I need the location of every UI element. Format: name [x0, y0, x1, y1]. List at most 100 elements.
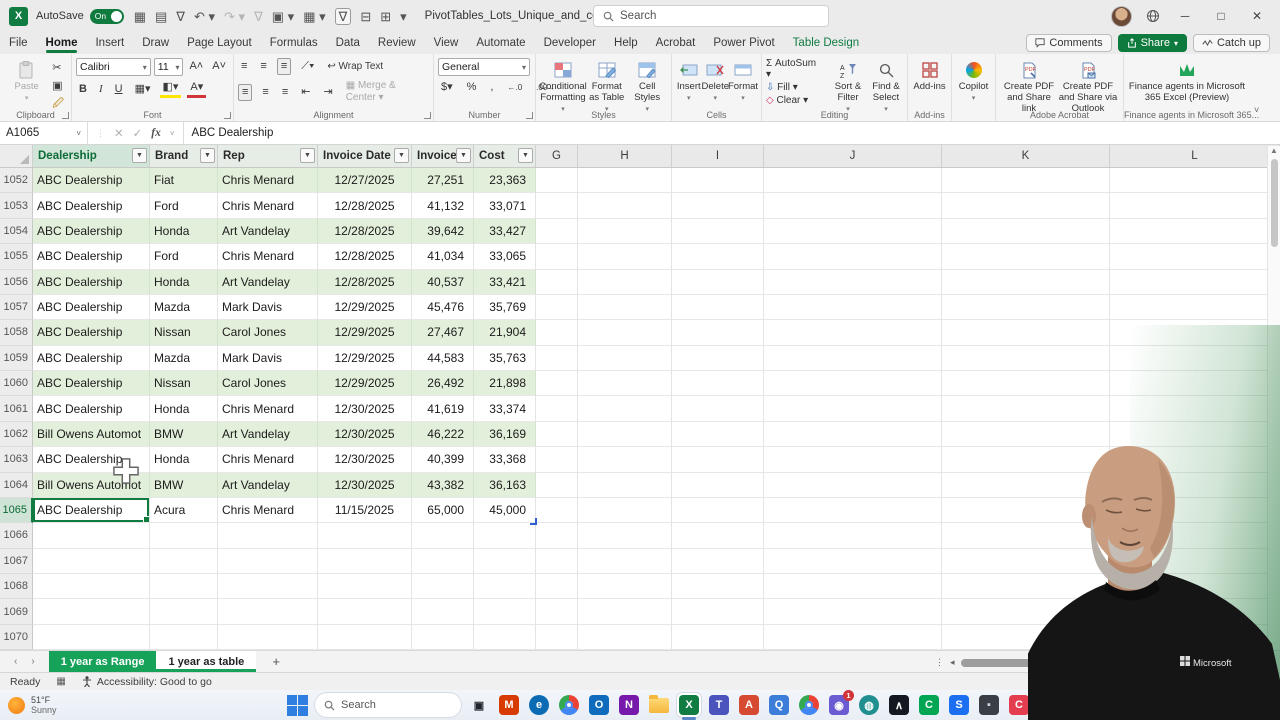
cell[interactable]: 33,421: [474, 269, 536, 295]
cell[interactable]: [672, 396, 764, 422]
increase-decimal-icon[interactable]: ←.0: [504, 82, 525, 94]
cell[interactable]: [764, 244, 942, 270]
cell[interactable]: [536, 168, 578, 194]
create-pdf-share-link-button[interactable]: PDF Create PDF and Share link: [1000, 58, 1058, 115]
cell[interactable]: [33, 599, 150, 625]
number-dialog-launcher[interactable]: [526, 112, 533, 119]
cell-styles-button[interactable]: Cell Styles ▾: [627, 58, 667, 114]
column-header-h[interactable]: H: [578, 145, 672, 167]
fill-color-button[interactable]: ◧▾: [159, 80, 182, 99]
insert-cells-button[interactable]: Insert ▾: [676, 58, 702, 103]
cell[interactable]: [672, 269, 764, 295]
italic-button[interactable]: I: [96, 82, 106, 97]
cell[interactable]: 33,065: [474, 244, 536, 270]
paste-button[interactable]: Paste ▾: [4, 58, 49, 103]
number-format-select[interactable]: General ▾: [438, 58, 530, 76]
cell[interactable]: 35,769: [474, 294, 536, 321]
column-header-g[interactable]: G: [536, 145, 578, 167]
row-header-1067[interactable]: 1067: [0, 548, 33, 574]
file-explorer-icon[interactable]: [647, 693, 671, 717]
sheet-prev-icon[interactable]: ‹: [14, 656, 17, 667]
column-header-i[interactable]: I: [672, 145, 764, 167]
cell[interactable]: [474, 574, 536, 600]
cell[interactable]: 12/27/2025: [318, 168, 412, 194]
cell[interactable]: Chris Menard: [218, 497, 318, 524]
find-select-button[interactable]: Find & Select ▾: [869, 58, 903, 114]
sheet-next-icon[interactable]: ›: [31, 656, 34, 667]
minimize-button[interactable]: ─: [1174, 9, 1196, 23]
align-center-icon[interactable]: ≡: [259, 85, 271, 100]
formula-bar-value[interactable]: ABC Dealership: [184, 127, 274, 139]
task-view-icon[interactable]: ▣: [467, 693, 491, 717]
accessibility-status[interactable]: Accessibility: Good to go: [82, 676, 212, 688]
tab-review[interactable]: Review: [369, 34, 425, 52]
cell[interactable]: [1110, 218, 1280, 245]
catch-up-button[interactable]: Catch up: [1192, 34, 1270, 52]
font-name-select[interactable]: Calibri ▾: [76, 58, 151, 76]
cell[interactable]: Chris Menard: [218, 396, 318, 422]
font-color-button[interactable]: A▾: [187, 80, 207, 99]
bold-button[interactable]: B: [76, 82, 90, 97]
cell[interactable]: [578, 548, 672, 574]
cell[interactable]: Nissan: [150, 320, 218, 346]
cell[interactable]: [218, 624, 318, 651]
caret-app-icon[interactable]: ∧: [887, 693, 911, 717]
row-header-1061[interactable]: 1061: [0, 396, 33, 422]
underline-button[interactable]: U: [112, 82, 126, 97]
chrome-profile-icon[interactable]: [797, 693, 821, 717]
row-header-1070[interactable]: 1070: [0, 624, 33, 651]
addins-button[interactable]: Add-ins: [912, 58, 947, 93]
conditional-formatting-button[interactable]: Conditional Formatting ▾: [539, 58, 587, 114]
clipboard-dialog-launcher[interactable]: [62, 112, 69, 119]
cell[interactable]: [536, 396, 578, 422]
column-header-dealership[interactable]: Dealership ▼: [33, 145, 150, 167]
cell[interactable]: [536, 244, 578, 270]
cell[interactable]: 36,169: [474, 421, 536, 448]
cell[interactable]: Mazda: [150, 345, 218, 371]
cell[interactable]: [672, 168, 764, 194]
sheet-tab-1-year-as-table[interactable]: 1 year as table: [156, 651, 257, 672]
cell[interactable]: 26,492: [412, 371, 474, 397]
alignment-dialog-launcher[interactable]: [424, 112, 431, 119]
cell[interactable]: [942, 244, 1110, 270]
microsoft-365-icon[interactable]: M: [497, 693, 521, 717]
finance-agents-button[interactable]: Finance agents in Microsoft 365 Excel (P…: [1128, 58, 1246, 104]
cell[interactable]: 41,132: [412, 193, 474, 219]
cell[interactable]: Nissan: [150, 371, 218, 397]
cell[interactable]: 11/15/2025: [318, 497, 412, 524]
start-button[interactable]: [285, 693, 309, 717]
borders-button[interactable]: ▦▾: [132, 82, 154, 97]
cell[interactable]: Chris Menard: [218, 244, 318, 270]
cell[interactable]: 12/29/2025: [318, 345, 412, 371]
cell[interactable]: [412, 599, 474, 625]
comma-format-icon[interactable]: ,: [487, 80, 496, 95]
cell[interactable]: [942, 371, 1110, 397]
tab-insert[interactable]: Insert: [86, 34, 133, 52]
cell[interactable]: Art Vandelay: [218, 421, 318, 448]
cell[interactable]: [1110, 294, 1280, 321]
cell[interactable]: [672, 294, 764, 321]
cell[interactable]: Chris Menard: [218, 193, 318, 219]
cell[interactable]: [318, 523, 412, 549]
snagit-icon[interactable]: S: [947, 693, 971, 717]
redo-button[interactable]: ↷ ▾: [224, 10, 245, 23]
filter-button-invoice[interactable]: ▼: [456, 148, 471, 163]
cell[interactable]: [764, 218, 942, 245]
cell[interactable]: 27,467: [412, 320, 474, 346]
cell[interactable]: [474, 523, 536, 549]
add-sheet-button[interactable]: +: [256, 654, 296, 669]
cell[interactable]: ABC Dealership: [33, 294, 150, 321]
cell[interactable]: Ford: [150, 244, 218, 270]
cell[interactable]: [578, 472, 672, 498]
edge-icon[interactable]: e: [527, 693, 551, 717]
weather-widget[interactable]: 51°F Sunny: [0, 695, 120, 716]
cell[interactable]: [764, 345, 942, 371]
cell[interactable]: [672, 548, 764, 574]
tab-data[interactable]: Data: [327, 34, 369, 52]
tab-developer[interactable]: Developer: [535, 34, 605, 52]
decrease-indent-icon[interactable]: ⇤: [298, 85, 313, 100]
merge-center-button[interactable]: ▦ Merge & Center ▾: [343, 79, 429, 105]
ribbon-options-icon[interactable]: [1146, 9, 1160, 23]
pivot-table-icon[interactable]: ⊞: [380, 10, 391, 23]
column-header-j[interactable]: J: [764, 145, 942, 167]
